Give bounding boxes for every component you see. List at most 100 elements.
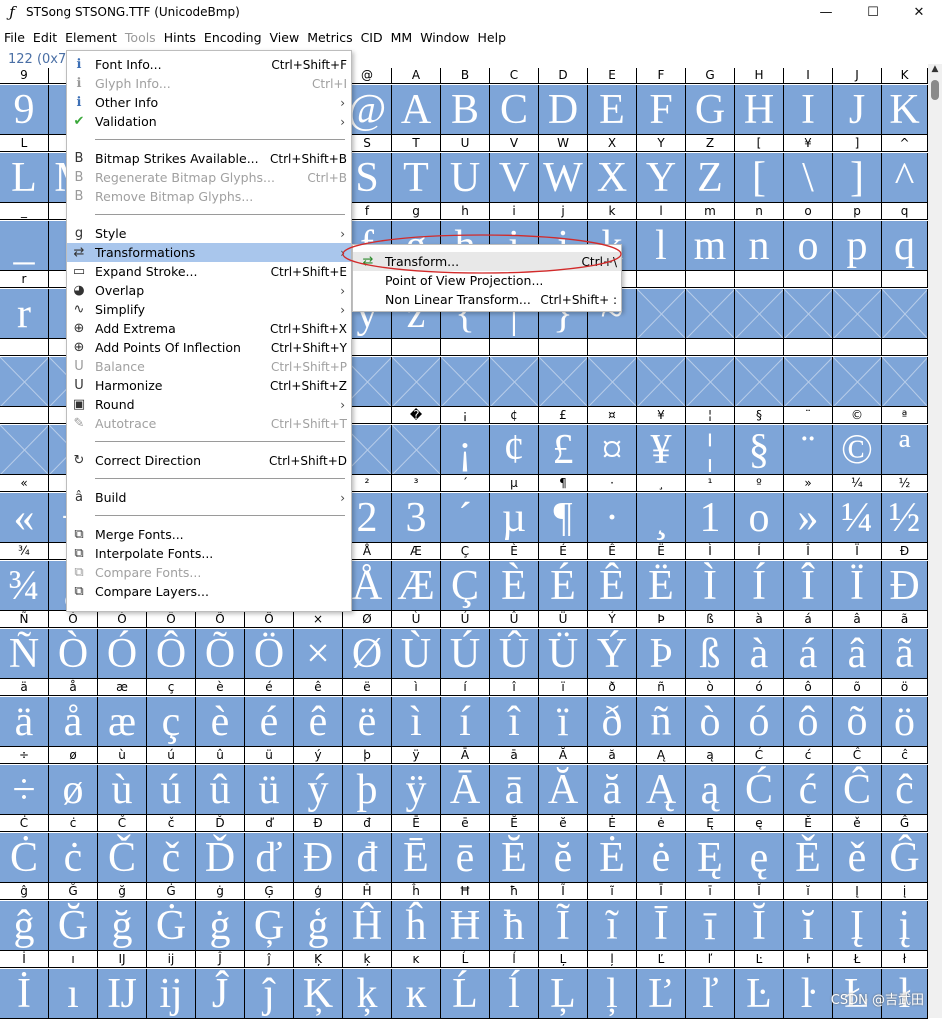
glyph-cell[interactable]: Ñ — [0, 629, 49, 679]
glyph-cell[interactable]: Ğ — [49, 901, 98, 951]
glyph-cell[interactable]: 3 — [392, 493, 441, 543]
glyph-cell[interactable]: Þ — [637, 629, 686, 679]
glyph-cell[interactable]: ] — [833, 153, 882, 203]
glyph-cell[interactable]: ĸ — [392, 969, 441, 1019]
menu-item-style[interactable]: g Style › — [67, 224, 351, 243]
menu-item-font-info[interactable]: ℹ Font Info... Ctrl+Shift+F — [67, 55, 351, 74]
glyph-cell[interactable]: C — [490, 85, 539, 135]
glyph-cell[interactable]: ü — [245, 765, 294, 815]
glyph-cell[interactable]: ú — [147, 765, 196, 815]
glyph-cell[interactable]: Ú — [441, 629, 490, 679]
glyph-cell[interactable]: Ĳ — [98, 969, 147, 1019]
glyph-cell[interactable]: ¨ — [784, 425, 833, 475]
menu-item-bitmap-strikes-available[interactable]: B Bitmap Strikes Available... Ctrl+Shift+B — [67, 149, 351, 168]
glyph-cell[interactable]: Æ — [392, 561, 441, 611]
glyph-cell[interactable]: Ë — [637, 561, 686, 611]
glyph-cell[interactable]: ġ — [196, 901, 245, 951]
submenu-item-transform[interactable]: ⇄ Transform... Ctrl+\ — [353, 252, 621, 271]
glyph-cell[interactable]: ĭ — [784, 901, 833, 951]
glyph-cell[interactable]: ¤ — [588, 425, 637, 475]
glyph-cell[interactable]: ´ — [441, 493, 490, 543]
glyph-cell[interactable]: Ī — [637, 901, 686, 951]
glyph-cell[interactable]: § — [735, 425, 784, 475]
menu-item-overlap[interactable]: ◕ Overlap › — [67, 281, 351, 300]
glyph-cell[interactable]: ß — [686, 629, 735, 679]
glyph-cell[interactable]: Ĩ — [539, 901, 588, 951]
glyph-cell[interactable]: ð — [588, 697, 637, 747]
glyph-cell[interactable]: q — [882, 221, 928, 271]
glyph-cell[interactable]: V — [490, 153, 539, 203]
glyph-cell[interactable]: ÷ — [0, 765, 49, 815]
menu-item-simplify[interactable]: ∿ Simplify › — [67, 300, 351, 319]
glyph-cell[interactable]: ā — [490, 765, 539, 815]
glyph-cell[interactable]: Ė — [588, 833, 637, 883]
glyph-cell[interactable]: Ļ — [539, 969, 588, 1019]
glyph-cell[interactable]: Ç — [441, 561, 490, 611]
glyph-cell[interactable]: Đ — [294, 833, 343, 883]
glyph-cell[interactable]: Ï — [833, 561, 882, 611]
glyph-cell[interactable]: ē — [441, 833, 490, 883]
glyph-cell[interactable]: á — [784, 629, 833, 679]
glyph-cell[interactable]: I — [784, 85, 833, 135]
glyph-cell[interactable]: Ð — [882, 561, 928, 611]
close-button[interactable]: ✕ — [896, 0, 942, 24]
glyph-cell[interactable]: Ģ — [245, 901, 294, 951]
glyph-cell[interactable]: Ķ — [294, 969, 343, 1019]
menu-item-add-extrema[interactable]: ⊕ Add Extrema Ctrl+Shift+X — [67, 319, 351, 338]
glyph-cell[interactable]: K — [882, 85, 928, 135]
glyph-cell[interactable]: ċ — [49, 833, 98, 883]
glyph-cell[interactable]: č — [147, 833, 196, 883]
empty-glyph-cell[interactable] — [392, 425, 441, 475]
glyph-cell[interactable]: Ö — [245, 629, 294, 679]
glyph-cell[interactable]: û — [196, 765, 245, 815]
glyph-cell[interactable]: W — [539, 153, 588, 203]
menu-hints[interactable]: Hints — [160, 30, 200, 45]
empty-glyph-cell[interactable] — [784, 357, 833, 407]
scroll-up-arrow-icon[interactable]: ▲ — [928, 64, 942, 78]
glyph-cell[interactable]: ô — [784, 697, 833, 747]
glyph-cell[interactable]: µ — [490, 493, 539, 543]
empty-glyph-cell[interactable] — [882, 357, 928, 407]
glyph-cell[interactable]: J — [833, 85, 882, 135]
glyph-cell[interactable]: ¸ — [637, 493, 686, 543]
glyph-cell[interactable]: þ — [343, 765, 392, 815]
glyph-cell[interactable]: D — [539, 85, 588, 135]
glyph-cell[interactable]: ĵ — [245, 969, 294, 1019]
glyph-cell[interactable]: F — [637, 85, 686, 135]
menu-item-other-info[interactable]: ℹ Other Info › — [67, 93, 351, 112]
glyph-cell[interactable]: ğ — [98, 901, 147, 951]
glyph-cell[interactable]: Î — [784, 561, 833, 611]
glyph-cell[interactable]: ò — [686, 697, 735, 747]
glyph-cell[interactable]: X — [588, 153, 637, 203]
glyph-cell[interactable]: Ă — [539, 765, 588, 815]
glyph-cell[interactable]: â — [833, 629, 882, 679]
glyph-cell[interactable]: Í — [735, 561, 784, 611]
vertical-scrollbar[interactable] — [928, 64, 942, 1018]
glyph-cell[interactable]: æ — [98, 697, 147, 747]
glyph-cell[interactable]: Õ — [196, 629, 245, 679]
glyph-cell[interactable]: ė — [637, 833, 686, 883]
menu-item-round[interactable]: ▣ Round › — [67, 395, 351, 414]
glyph-cell[interactable]: Ē — [392, 833, 441, 883]
glyph-cell[interactable]: Ď — [196, 833, 245, 883]
glyph-cell[interactable]: ê — [294, 697, 343, 747]
glyph-cell[interactable]: o — [735, 493, 784, 543]
glyph-cell[interactable]: à — [735, 629, 784, 679]
menu-view[interactable]: View — [266, 30, 304, 45]
glyph-cell[interactable]: ı — [49, 969, 98, 1019]
glyph-cell[interactable]: » — [784, 493, 833, 543]
menu-file[interactable]: File — [0, 30, 29, 45]
menu-item-balance[interactable]: U Balance Ctrl+Shift+P — [67, 357, 351, 376]
glyph-cell[interactable]: Ŀ — [735, 969, 784, 1019]
empty-glyph-cell[interactable] — [686, 357, 735, 407]
glyph-cell[interactable]: Ê — [588, 561, 637, 611]
empty-glyph-cell[interactable] — [735, 289, 784, 339]
glyph-cell[interactable]: ĩ — [588, 901, 637, 951]
glyph-cell[interactable]: Ó — [98, 629, 147, 679]
glyph-cell[interactable]: Ċ — [0, 833, 49, 883]
glyph-cell[interactable]: ö — [882, 697, 928, 747]
glyph-cell[interactable]: ó — [735, 697, 784, 747]
glyph-cell[interactable]: × — [294, 629, 343, 679]
menu-item-compare-layers[interactable]: ⧉ Compare Layers... — [67, 582, 351, 601]
glyph-cell[interactable]: T — [392, 153, 441, 203]
